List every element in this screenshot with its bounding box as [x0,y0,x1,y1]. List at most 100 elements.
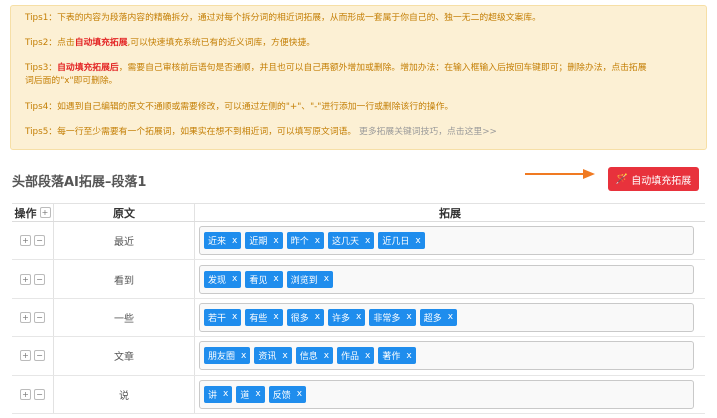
tip-5-link[interactable]: 点击这里>> [447,127,497,137]
tag-label: 这几天 [332,237,360,248]
tag-label: 昨个 [290,237,309,248]
remove-tag-icon[interactable]: x [232,312,237,322]
expansion-tag: 发现 x [204,270,242,288]
tag-label: 发现 [208,275,227,286]
tag-input[interactable]: 朋友圈 x 资讯 x 信息 x 作品 x 著作 x [199,341,694,371]
remove-tag-icon[interactable]: x [232,236,237,246]
expansion-cell: 若干 x 有些 x 很多 x 许多 x 非常多 x 超多 x [195,299,705,336]
auto-fill-button-label: 自动填充拓展 [631,175,692,187]
expansion-tag: 近几日 x [378,232,425,250]
table-row: + − 看到 发现 x 看见 x 浏览到 x [12,260,705,299]
row-actions: + − [12,298,54,337]
tag-label: 若干 [208,313,227,324]
remove-tag-icon[interactable]: x [273,236,278,246]
add-row-button[interactable]: + [20,311,31,323]
tag-input[interactable]: 发现 x 看见 x 浏览到 x [199,264,694,294]
table-row: + − 一些 若干 x 有些 x 很多 x 许多 x 非常多 x 超多 x [12,298,705,338]
remove-tag-icon[interactable]: x [273,312,278,322]
delete-row-button[interactable]: − [34,350,45,362]
tag-input[interactable]: 若干 x 有些 x 很多 x 许多 x 非常多 x 超多 x [199,302,694,332]
expansion-tag: 信息 x [295,347,334,365]
remove-tag-icon[interactable]: x [282,351,287,361]
tip-3-prefix: Tips3： [25,63,58,73]
expansion-tag: 这几天 x [328,232,375,250]
tag-label: 有些 [249,313,268,324]
delete-row-button[interactable]: − [34,388,45,400]
table-row: + − 文章 朋友圈 x 资讯 x 信息 x 作品 x 著作 x [12,337,705,376]
row-actions: + − [12,222,54,260]
tag-label: 浏览到 [290,275,318,286]
remove-tag-icon[interactable]: x [324,274,329,284]
remove-tag-icon[interactable]: x [232,274,237,284]
magic-wand-icon: 🪄 [615,173,629,185]
tip-2-suffix: ,可以快速填充系统已有的近义词库，方便快捷。 [127,38,316,48]
tip-2-highlight: 自动填充拓展 [74,38,128,48]
expansion-tag: 朋友圈 x [204,347,251,365]
tag-label: 超多 [423,313,442,324]
tag-label: 近期 [249,237,268,248]
remove-tag-icon[interactable]: x [223,389,228,399]
tag-label: 看见 [249,275,268,286]
add-row-button[interactable]: + [20,235,31,247]
source-word: 最近 [54,222,195,260]
tag-label: 著作 [382,352,401,363]
remove-tag-icon[interactable]: x [415,236,420,246]
add-row-button[interactable]: + [20,388,31,400]
tip-1: Tips1：下表的内容为段落内容的精确拆分，通过对每个拆分词的相近词拓展，从而形… [25,13,541,23]
remove-tag-icon[interactable]: x [406,312,411,322]
tag-label: 许多 [332,313,351,324]
tag-label: 非常多 [373,313,401,324]
remove-tag-icon[interactable]: x [297,389,302,399]
auto-fill-button[interactable]: 🪄 自动填充拓展 [608,167,699,191]
expansion-tag: 近期 x [245,232,283,250]
source-word: 说 [54,375,195,413]
tag-input[interactable]: 讲 x 道 x 反馈 x [199,379,694,409]
source-word: 看到 [54,260,195,298]
header-op-label: 操作 [14,206,37,220]
tag-label: 资讯 [258,352,277,363]
add-row-button[interactable]: + [20,350,31,362]
expansion-tag: 若干 x [204,308,242,326]
remove-tag-icon[interactable]: x [406,351,411,361]
remove-tag-icon[interactable]: x [448,312,453,322]
tip-3-line-2: 词后面的"x"即可删除。 [25,76,118,86]
expansion-tag: 作品 x [337,347,375,365]
expansion-cell: 讲 x 道 x 反馈 x [195,376,705,413]
remove-tag-icon[interactable]: x [255,389,260,399]
header-add-button[interactable]: + [39,207,51,218]
delete-row-button[interactable]: − [34,273,45,285]
tag-label: 讲 [208,390,218,401]
remove-tag-icon[interactable]: x [365,351,370,361]
tip-3-line-1: Tips3：自动填充拓展后，需要自己审核前后语句是否通顺，并且也可以自己再额外增… [25,62,706,75]
header-op: 操作 + [12,204,54,221]
tip-5-more: 更多拓展关键词技巧， [359,127,447,137]
tip-5-text: Tips5：每一行至少需要有一个拓展词，如果实在想不到相近词，可以填写原文词语。 [25,127,357,137]
remove-tag-icon[interactable]: x [273,274,278,284]
tip-5: Tips5：每一行至少需要有一个拓展词，如果实在想不到相近词，可以填写原文词语。… [25,126,706,138]
tag-label: 近来 [208,237,227,248]
expansion-cell: 近来 x 近期 x 昨个 x 这几天 x 近几日 x [195,222,705,259]
tip-2-prefix: Tips2：点击 [25,38,75,48]
expansion-tag: 近来 x [204,232,242,250]
remove-tag-icon[interactable]: x [315,312,320,322]
expansion-tag: 反馈 x [268,385,307,403]
expansion-tag: 非常多 x [369,308,416,326]
expansion-tag: 超多 x [419,308,458,326]
remove-tag-icon[interactable]: x [356,312,361,322]
row-actions: + − [12,375,54,413]
tag-label: 朋友圈 [208,352,236,363]
arrow-icon [525,169,595,179]
source-word: 文章 [54,337,195,375]
tag-input[interactable]: 近来 x 近期 x 昨个 x 这几天 x 近几日 x [199,226,694,256]
delete-row-button[interactable]: − [34,311,45,323]
row-actions: + − [12,260,54,298]
remove-tag-icon[interactable]: x [365,236,370,246]
delete-row-button[interactable]: − [34,235,45,247]
remove-tag-icon[interactable]: x [241,351,246,361]
tips-panel: Tips1：下表的内容为段落内容的精确拆分，通过对每个拆分词的相近词拓展，从而形… [10,5,707,150]
add-row-button[interactable]: + [20,273,31,285]
remove-tag-icon[interactable]: x [324,351,329,361]
expansion-tag: 有些 x [245,308,283,326]
remove-tag-icon[interactable]: x [315,236,320,246]
row-actions: + − [12,337,54,375]
